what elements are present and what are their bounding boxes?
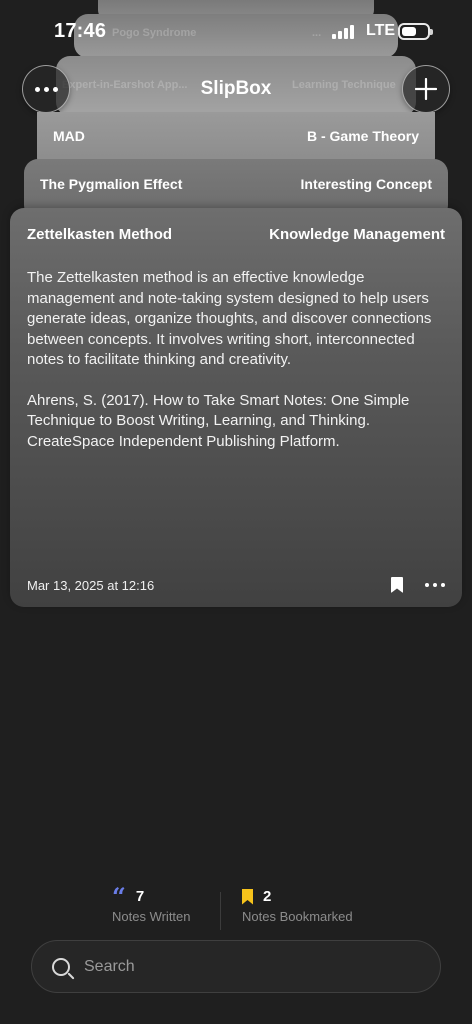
cellular-signal-icon [332,25,354,39]
stat-notes-written: “ 7 Notes Written [112,881,191,924]
stat-value: 7 [135,888,145,905]
quote-icon: “ [112,881,126,911]
note-card-title: Zettelkasten Method [27,226,173,243]
stat-notes-bookmarked: 2 Notes Bookmarked [242,888,353,924]
stat-label: Notes Bookmarked [242,909,353,924]
plus-icon [415,78,437,100]
note-card-tag: Knowledge Management [269,226,445,243]
note-card-expanded[interactable]: Zettelkasten Method Knowledge Management… [10,208,462,607]
network-label: LTE [366,22,396,39]
note-card-tag: Interesting Concept [300,176,432,192]
note-card-body: The Zettelkasten method is an effective … [27,268,445,452]
note-date: Mar 13, 2025 at 12:16 [27,577,155,593]
note-content: The Zettelkasten method is an effective … [27,269,432,368]
search-icon [52,957,70,976]
search-bar[interactable] [31,940,441,993]
note-card-tag: B - Game Theory [306,128,419,144]
note-more-options-button[interactable] [425,583,445,587]
status-time: 17:46 [54,20,107,42]
divider [220,892,221,930]
note-reference: Ahrens, S. (2017). How to Take Smart Not… [27,391,410,450]
add-note-button[interactable] [402,65,450,113]
stat-value: 2 [263,888,272,905]
bookmark-icon[interactable] [391,577,403,593]
stat-label: Notes Written [112,909,191,924]
status-bar: 17:46 LTE [0,0,472,64]
bookmark-icon [242,888,253,905]
note-card-title: The Pygmalion Effect [40,176,183,192]
search-input[interactable] [84,957,384,976]
battery-level [402,27,416,36]
stats-bar: “ 7 Notes Written 2 Notes Bookmarked [0,881,472,936]
note-card-title: MAD [53,128,85,144]
battery-icon [398,23,433,40]
